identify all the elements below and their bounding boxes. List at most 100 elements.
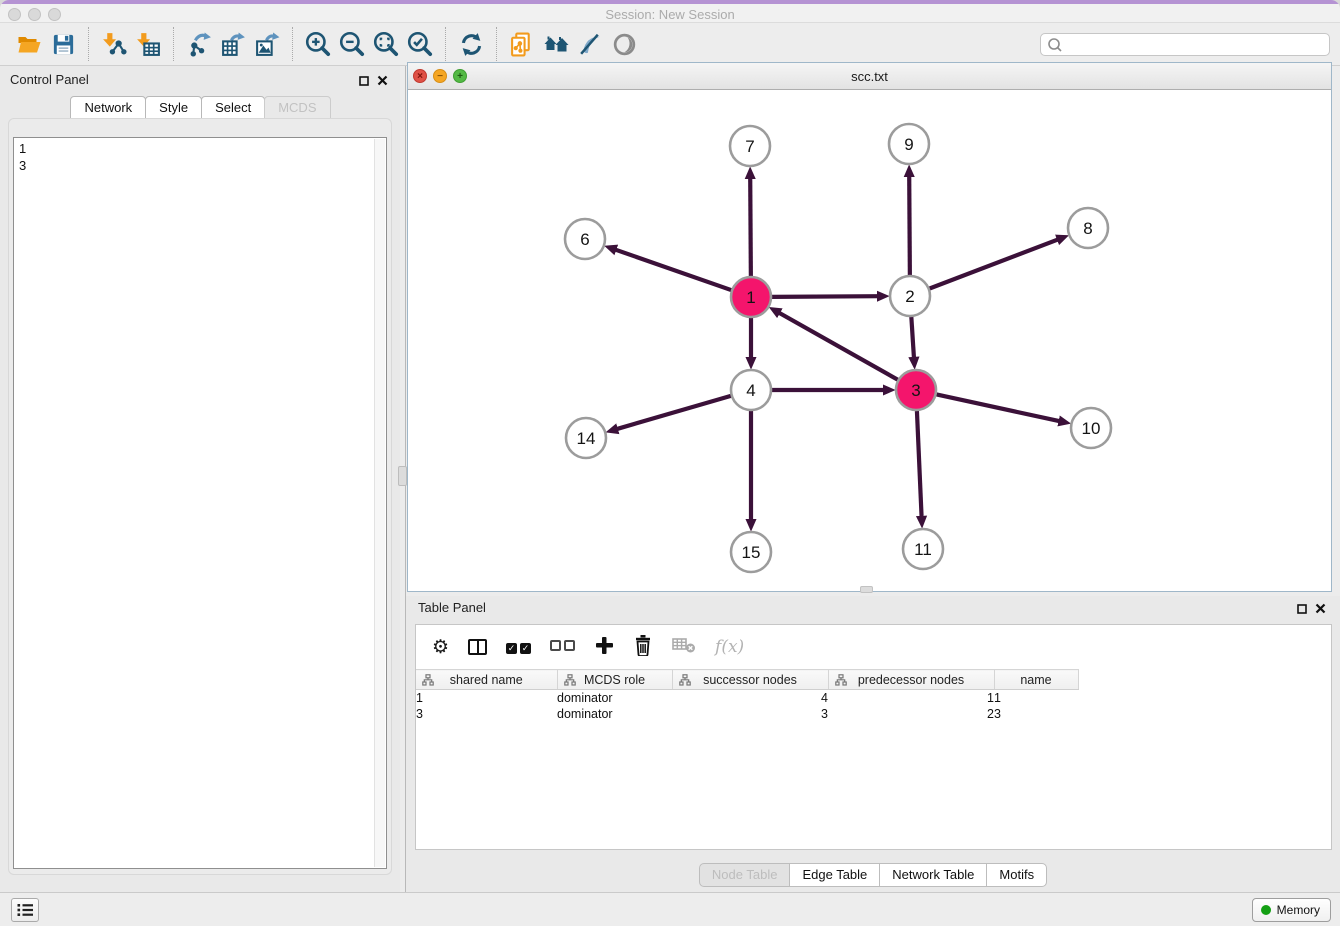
graph-node-4[interactable]: 4	[731, 370, 771, 410]
search-field[interactable]	[1040, 33, 1330, 56]
network-window-title: scc.txt	[408, 69, 1331, 84]
graph-edge-2-8[interactable]	[930, 239, 1058, 288]
table-row[interactable]: 3dominator323	[416, 706, 1078, 722]
application-window: Session: New Session	[0, 0, 1340, 926]
close-panel-icon[interactable]	[377, 73, 388, 91]
float-panel-icon[interactable]	[359, 73, 369, 91]
import-network-icon[interactable]	[97, 27, 131, 61]
graph-edge-1-2[interactable]	[772, 296, 878, 297]
home-icon[interactable]	[539, 27, 573, 61]
graph-node-9[interactable]: 9	[889, 124, 929, 164]
svg-text:2: 2	[905, 287, 914, 306]
control-panel-title: Control Panel	[10, 72, 89, 87]
graph-edge-3-1[interactable]	[779, 313, 898, 380]
graph-edge-3-11[interactable]	[917, 411, 922, 517]
add-column-icon[interactable]	[594, 635, 614, 660]
graph-node-8[interactable]: 8	[1068, 208, 1108, 248]
graph-edge-1-7[interactable]	[750, 178, 751, 276]
tab-edge-table[interactable]: Edge Table	[789, 863, 880, 887]
graph-node-15[interactable]: 15	[731, 532, 771, 572]
mcds-result-text[interactable]: 1 3	[13, 137, 387, 869]
svg-text:1: 1	[746, 288, 755, 307]
graph-canvas[interactable]: 1 2 3 4 6 7 8 9 10 11 14 15	[408, 90, 1331, 591]
graph-edge-2-9[interactable]	[909, 176, 910, 275]
search-icon	[1046, 37, 1068, 53]
column-header-mcds-role[interactable]: MCDS role	[557, 670, 672, 690]
import-table-icon[interactable]	[131, 27, 165, 61]
svg-text:15: 15	[742, 543, 761, 562]
delete-table-icon	[672, 636, 696, 659]
tab-mcds[interactable]: MCDS	[264, 96, 330, 120]
graph-node-10[interactable]: 10	[1071, 408, 1111, 448]
zoom-out-icon[interactable]	[335, 27, 369, 61]
panel-divider-grip[interactable]	[398, 466, 407, 486]
graph-node-11[interactable]: 11	[903, 529, 943, 569]
graph-edge-1-6[interactable]	[615, 250, 731, 291]
zoom-selected-icon[interactable]	[403, 27, 437, 61]
status-bar: Memory	[0, 892, 1340, 926]
control-panel-tabs: NetworkStyleSelectMCDS	[0, 96, 400, 120]
export-table-icon[interactable]	[216, 27, 250, 61]
column-header-predecessor-nodes[interactable]: predecessor nodes	[828, 670, 994, 690]
graph-node-14[interactable]: 14	[566, 418, 606, 458]
function-builder-icon: f(x)	[715, 637, 744, 657]
tab-network[interactable]: Network	[70, 96, 146, 120]
graph-edge-3-10[interactable]	[937, 394, 1060, 421]
export-network-icon[interactable]	[182, 27, 216, 61]
column-header-successor-nodes[interactable]: successor nodes	[672, 670, 828, 690]
node-table: shared nameMCDS rolesuccessor nodesprede…	[416, 669, 1079, 722]
svg-text:6: 6	[580, 230, 589, 249]
refresh-icon[interactable]	[454, 27, 488, 61]
svg-text:11: 11	[914, 540, 932, 559]
list-icon	[17, 903, 34, 917]
graph-node-1[interactable]: 1	[731, 277, 771, 317]
network-window: × − + scc.txt 1 2 3 4 6 7 8 9 10 11 14 15	[407, 62, 1332, 592]
close-table-panel-icon[interactable]	[1315, 601, 1326, 619]
table-row[interactable]: 1dominator411	[416, 690, 1078, 706]
copy-network-icon[interactable]	[505, 27, 539, 61]
svg-text:3: 3	[911, 381, 920, 400]
export-image-icon[interactable]	[250, 27, 284, 61]
task-history-button[interactable]	[11, 898, 39, 922]
float-table-panel-icon[interactable]	[1297, 601, 1307, 619]
graph-edge-4-14[interactable]	[617, 396, 731, 429]
tab-style[interactable]: Style	[145, 96, 202, 120]
mcds-panel: Optimization criterion: strongly connect…	[8, 118, 392, 875]
delete-column-icon[interactable]	[633, 634, 653, 661]
select-all-checkboxes-icon[interactable]: ✓✓	[506, 638, 531, 656]
svg-text:9: 9	[904, 135, 913, 154]
eye-icon[interactable]	[607, 27, 641, 61]
svg-text:4: 4	[746, 381, 755, 400]
tab-select[interactable]: Select	[201, 96, 265, 120]
column-header-name[interactable]: name	[994, 670, 1078, 690]
column-layout-icon[interactable]	[468, 639, 487, 655]
table-panel-tabs: Node TableEdge TableNetwork TableMotifs	[406, 863, 1340, 887]
graph-edge-2-3[interactable]	[911, 317, 914, 358]
folder-open-icon[interactable]	[12, 27, 46, 61]
window-title: Session: New Session	[0, 7, 1340, 22]
graph-node-2[interactable]: 2	[890, 276, 930, 316]
toolbar-separator	[292, 27, 293, 61]
graph-node-6[interactable]: 6	[565, 219, 605, 259]
search-input[interactable]	[1068, 38, 1329, 52]
toolbar-separator	[173, 27, 174, 61]
tab-network-table[interactable]: Network Table	[879, 863, 987, 887]
node-table-container: ⚙ ✓✓ f(x) shared nameMCDS rolesuccessor …	[415, 624, 1332, 850]
table-toolbar: ⚙ ✓✓ f(x)	[416, 625, 1331, 665]
graph-node-7[interactable]: 7	[730, 126, 770, 166]
zoom-fit-icon[interactable]	[369, 27, 403, 61]
graph-node-3[interactable]: 3	[896, 370, 936, 410]
memory-button[interactable]: Memory	[1252, 898, 1331, 922]
network-window-titlebar[interactable]: × − + scc.txt	[408, 63, 1331, 90]
column-header-shared-name[interactable]: shared name	[416, 670, 557, 690]
tab-motifs[interactable]: Motifs	[986, 863, 1047, 887]
mcds-result-scrollbar[interactable]	[374, 139, 385, 867]
deselect-checkboxes-icon[interactable]	[550, 638, 575, 656]
network-table-divider-grip[interactable]	[860, 586, 873, 593]
control-panel: Control Panel NetworkStyleSelectMCDS Opt…	[0, 66, 400, 892]
tab-node-table[interactable]: Node Table	[699, 863, 791, 887]
zoom-in-icon[interactable]	[301, 27, 335, 61]
style-brush-icon[interactable]	[573, 27, 607, 61]
save-icon[interactable]	[46, 27, 80, 61]
settings-gear-icon[interactable]: ⚙	[432, 638, 449, 657]
